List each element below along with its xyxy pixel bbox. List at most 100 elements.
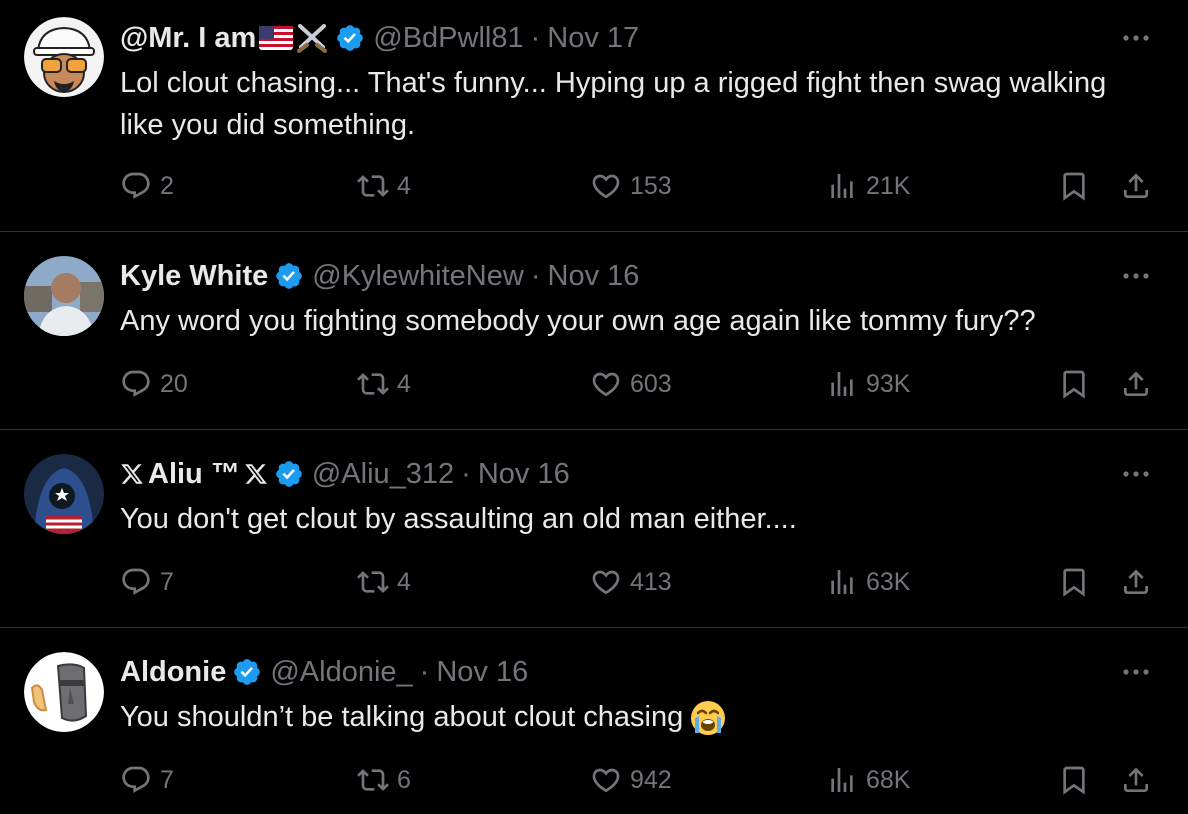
- like-icon: [590, 566, 622, 598]
- timestamp[interactable]: Nov 16: [548, 258, 640, 294]
- more-icon[interactable]: [1118, 464, 1154, 484]
- tweet-2[interactable]: Kyle White @KylewhiteNew · Nov 16 Any wo…: [0, 232, 1188, 429]
- tweet-header: Aldonie @Aldonie_ · Nov 16: [120, 654, 528, 690]
- views-icon: [826, 764, 858, 796]
- reply-icon: [120, 368, 152, 400]
- like-count: 413: [630, 567, 672, 596]
- views-button[interactable]: 68K: [826, 764, 910, 796]
- bookmark-icon: [1058, 170, 1090, 202]
- reply-button[interactable]: 7: [120, 764, 174, 796]
- reply-count: 2: [160, 171, 174, 200]
- bookmark-icon: [1058, 566, 1090, 598]
- repost-count: 6: [397, 765, 411, 794]
- like-button[interactable]: 153: [590, 170, 672, 202]
- share-icon: [1120, 566, 1152, 598]
- views-count: 63K: [866, 567, 911, 596]
- reply-button[interactable]: 2: [120, 170, 174, 202]
- tweet-header: Kyle White @KylewhiteNew · Nov 16: [120, 258, 639, 294]
- share-button[interactable]: [1120, 566, 1152, 598]
- reply-button[interactable]: 20: [120, 368, 188, 400]
- tweet-text: You don't get clout by assaulting an old…: [120, 503, 797, 535]
- bookmark-icon: [1058, 764, 1090, 796]
- views-button[interactable]: 93K: [826, 368, 910, 400]
- verified-badge-icon: [232, 657, 262, 687]
- avatar[interactable]: [24, 652, 104, 732]
- bookmark-button[interactable]: [1058, 368, 1090, 400]
- more-icon[interactable]: [1118, 266, 1154, 286]
- x-logo-icon: [244, 462, 268, 486]
- like-icon: [590, 170, 622, 202]
- like-button[interactable]: 413: [590, 566, 672, 598]
- views-icon: [826, 170, 858, 202]
- views-count: 93K: [866, 369, 911, 398]
- tweet-header: Aliu ™ @Aliu_312 · Nov 16: [120, 456, 570, 492]
- crossed-swords-emoji: [297, 24, 328, 53]
- x-logo-icon: [120, 462, 144, 486]
- repost-button[interactable]: 4: [357, 368, 411, 400]
- like-icon: [590, 368, 622, 400]
- avatar[interactable]: [24, 256, 104, 336]
- tweet-text: Any word you fighting somebody your own …: [120, 305, 1036, 337]
- like-count: 942: [630, 765, 672, 794]
- crying-face-emoji: [691, 701, 726, 736]
- views-icon: [826, 566, 858, 598]
- like-button[interactable]: 942: [590, 764, 672, 796]
- separator: ·: [419, 656, 430, 688]
- views-button[interactable]: 63K: [826, 566, 910, 598]
- separator: ·: [461, 458, 471, 490]
- reply-count: 20: [160, 369, 188, 398]
- more-icon[interactable]: [1118, 28, 1154, 48]
- repost-count: 4: [397, 567, 411, 596]
- share-icon: [1120, 764, 1152, 796]
- handle[interactable]: @Aldonie_: [270, 654, 412, 690]
- display-name[interactable]: Kyle White: [120, 258, 268, 294]
- bookmark-button[interactable]: [1058, 566, 1090, 598]
- more-icon[interactable]: [1118, 662, 1154, 682]
- tweet-4[interactable]: Aldonie @Aldonie_ · Nov 16 You shouldn’t…: [0, 628, 1188, 814]
- us-flag-emoji: [259, 26, 294, 50]
- avatar[interactable]: [24, 17, 104, 97]
- timestamp[interactable]: Nov 16: [436, 654, 528, 690]
- handle[interactable]: @BdPwll81: [373, 20, 523, 56]
- reply-count: 7: [160, 567, 174, 596]
- like-count: 603: [630, 369, 672, 398]
- separator: ·: [530, 22, 541, 54]
- bookmark-button[interactable]: [1058, 170, 1090, 202]
- share-button[interactable]: [1120, 368, 1152, 400]
- verified-badge-icon: [335, 23, 365, 53]
- repost-button[interactable]: 6: [357, 764, 411, 796]
- share-icon: [1120, 368, 1152, 400]
- tweet-3[interactable]: Aliu ™ @Aliu_312 · Nov 16 You don't get …: [0, 430, 1188, 627]
- verified-badge-icon: [274, 261, 304, 291]
- like-count: 153: [630, 171, 672, 200]
- display-name[interactable]: Aliu ™: [148, 456, 240, 492]
- repost-count: 4: [397, 171, 411, 200]
- handle[interactable]: @KylewhiteNew: [312, 258, 524, 294]
- tweet-header: @Mr. I am @BdPwll81 · Nov 17: [120, 20, 639, 56]
- reply-icon: [120, 764, 152, 796]
- verified-badge-icon: [274, 459, 304, 489]
- tweet-text: You shouldn’t be talking about clout cha…: [120, 696, 1120, 738]
- share-button[interactable]: [1120, 764, 1152, 796]
- avatar[interactable]: [24, 454, 104, 534]
- display-name[interactable]: @Mr. I am: [120, 20, 256, 56]
- reply-button[interactable]: 7: [120, 566, 174, 598]
- handle[interactable]: @Aliu_312: [312, 456, 454, 492]
- repost-button[interactable]: 4: [357, 170, 411, 202]
- views-button[interactable]: 21K: [826, 170, 910, 202]
- views-count: 68K: [866, 765, 911, 794]
- like-button[interactable]: 603: [590, 368, 672, 400]
- tweet-1[interactable]: @Mr. I am @BdPwll81 · Nov 17 Lol clout c…: [0, 0, 1188, 231]
- timestamp[interactable]: Nov 17: [547, 20, 639, 56]
- separator: ·: [530, 260, 541, 292]
- tweet-text: Lol clout chasing... That's funny... Hyp…: [120, 67, 1107, 141]
- repost-button[interactable]: 4: [357, 566, 411, 598]
- timestamp[interactable]: Nov 16: [478, 456, 570, 492]
- bookmark-icon: [1058, 368, 1090, 400]
- display-name[interactable]: Aldonie: [120, 654, 226, 690]
- repost-count: 4: [397, 369, 411, 398]
- views-icon: [826, 368, 858, 400]
- views-count: 21K: [866, 171, 911, 200]
- share-button[interactable]: [1120, 170, 1152, 202]
- bookmark-button[interactable]: [1058, 764, 1090, 796]
